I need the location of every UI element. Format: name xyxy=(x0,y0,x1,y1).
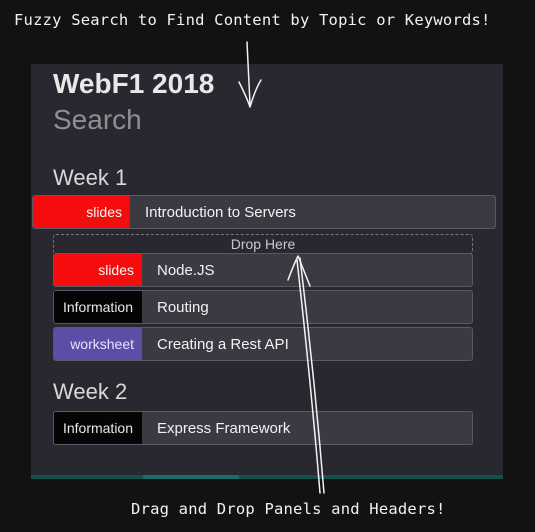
hand-drawn-down-arrow-icon xyxy=(238,41,262,108)
hand-drawn-up-arrow-icon xyxy=(287,255,325,494)
annotation-drag-and-drop: Drag and Drop Panels and Headers! xyxy=(131,500,446,518)
annotation-arrows xyxy=(238,41,325,494)
